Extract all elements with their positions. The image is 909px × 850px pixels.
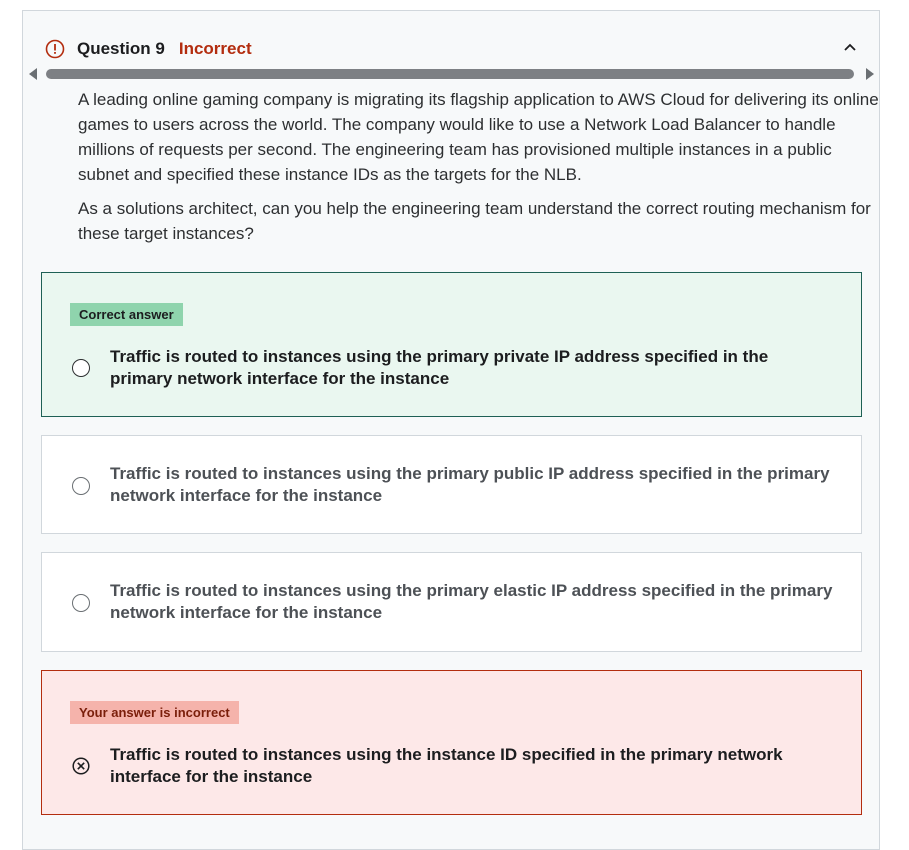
answer-option[interactable]: Traffic is routed to instances using the…	[41, 552, 862, 652]
question-paragraph: As a solutions architect, can you help t…	[78, 199, 871, 243]
incorrect-answer-badge: Your answer is incorrect	[70, 701, 239, 724]
scroll-left-arrow[interactable]	[29, 68, 37, 80]
answer-option-incorrect[interactable]: Your answer is incorrect Traffic is rout…	[41, 670, 862, 815]
question-title: Question 9	[77, 39, 165, 58]
scroll-right-arrow[interactable]	[866, 68, 874, 80]
radio-button[interactable]	[72, 477, 90, 495]
chevron-up-icon[interactable]	[841, 39, 859, 57]
alert-circle-icon	[45, 39, 65, 59]
question-paragraph: A leading online gaming company is migra…	[78, 90, 879, 184]
question-status: Incorrect	[178, 39, 252, 58]
horizontal-scrollbar-thumb[interactable]	[46, 69, 854, 79]
option-text: Traffic is routed to instances using the…	[110, 581, 833, 622]
radio-button[interactable]	[72, 359, 90, 377]
answer-option-correct[interactable]: Correct answer Traffic is routed to inst…	[41, 272, 862, 417]
option-text: Traffic is routed to instances using the…	[110, 745, 783, 786]
radio-button[interactable]	[72, 594, 90, 612]
question-header[interactable]: Question 9 Incorrect	[45, 37, 859, 61]
option-text: Traffic is routed to instances using the…	[110, 464, 830, 505]
option-text: Traffic is routed to instances using the…	[110, 347, 769, 388]
x-circle-icon	[72, 757, 90, 775]
answer-option[interactable]: Traffic is routed to instances using the…	[41, 435, 862, 534]
question-text: A leading online gaming company is migra…	[78, 87, 883, 255]
question-panel: Question 9 Incorrect A leading online ga…	[22, 10, 880, 850]
correct-answer-badge: Correct answer	[70, 303, 183, 326]
